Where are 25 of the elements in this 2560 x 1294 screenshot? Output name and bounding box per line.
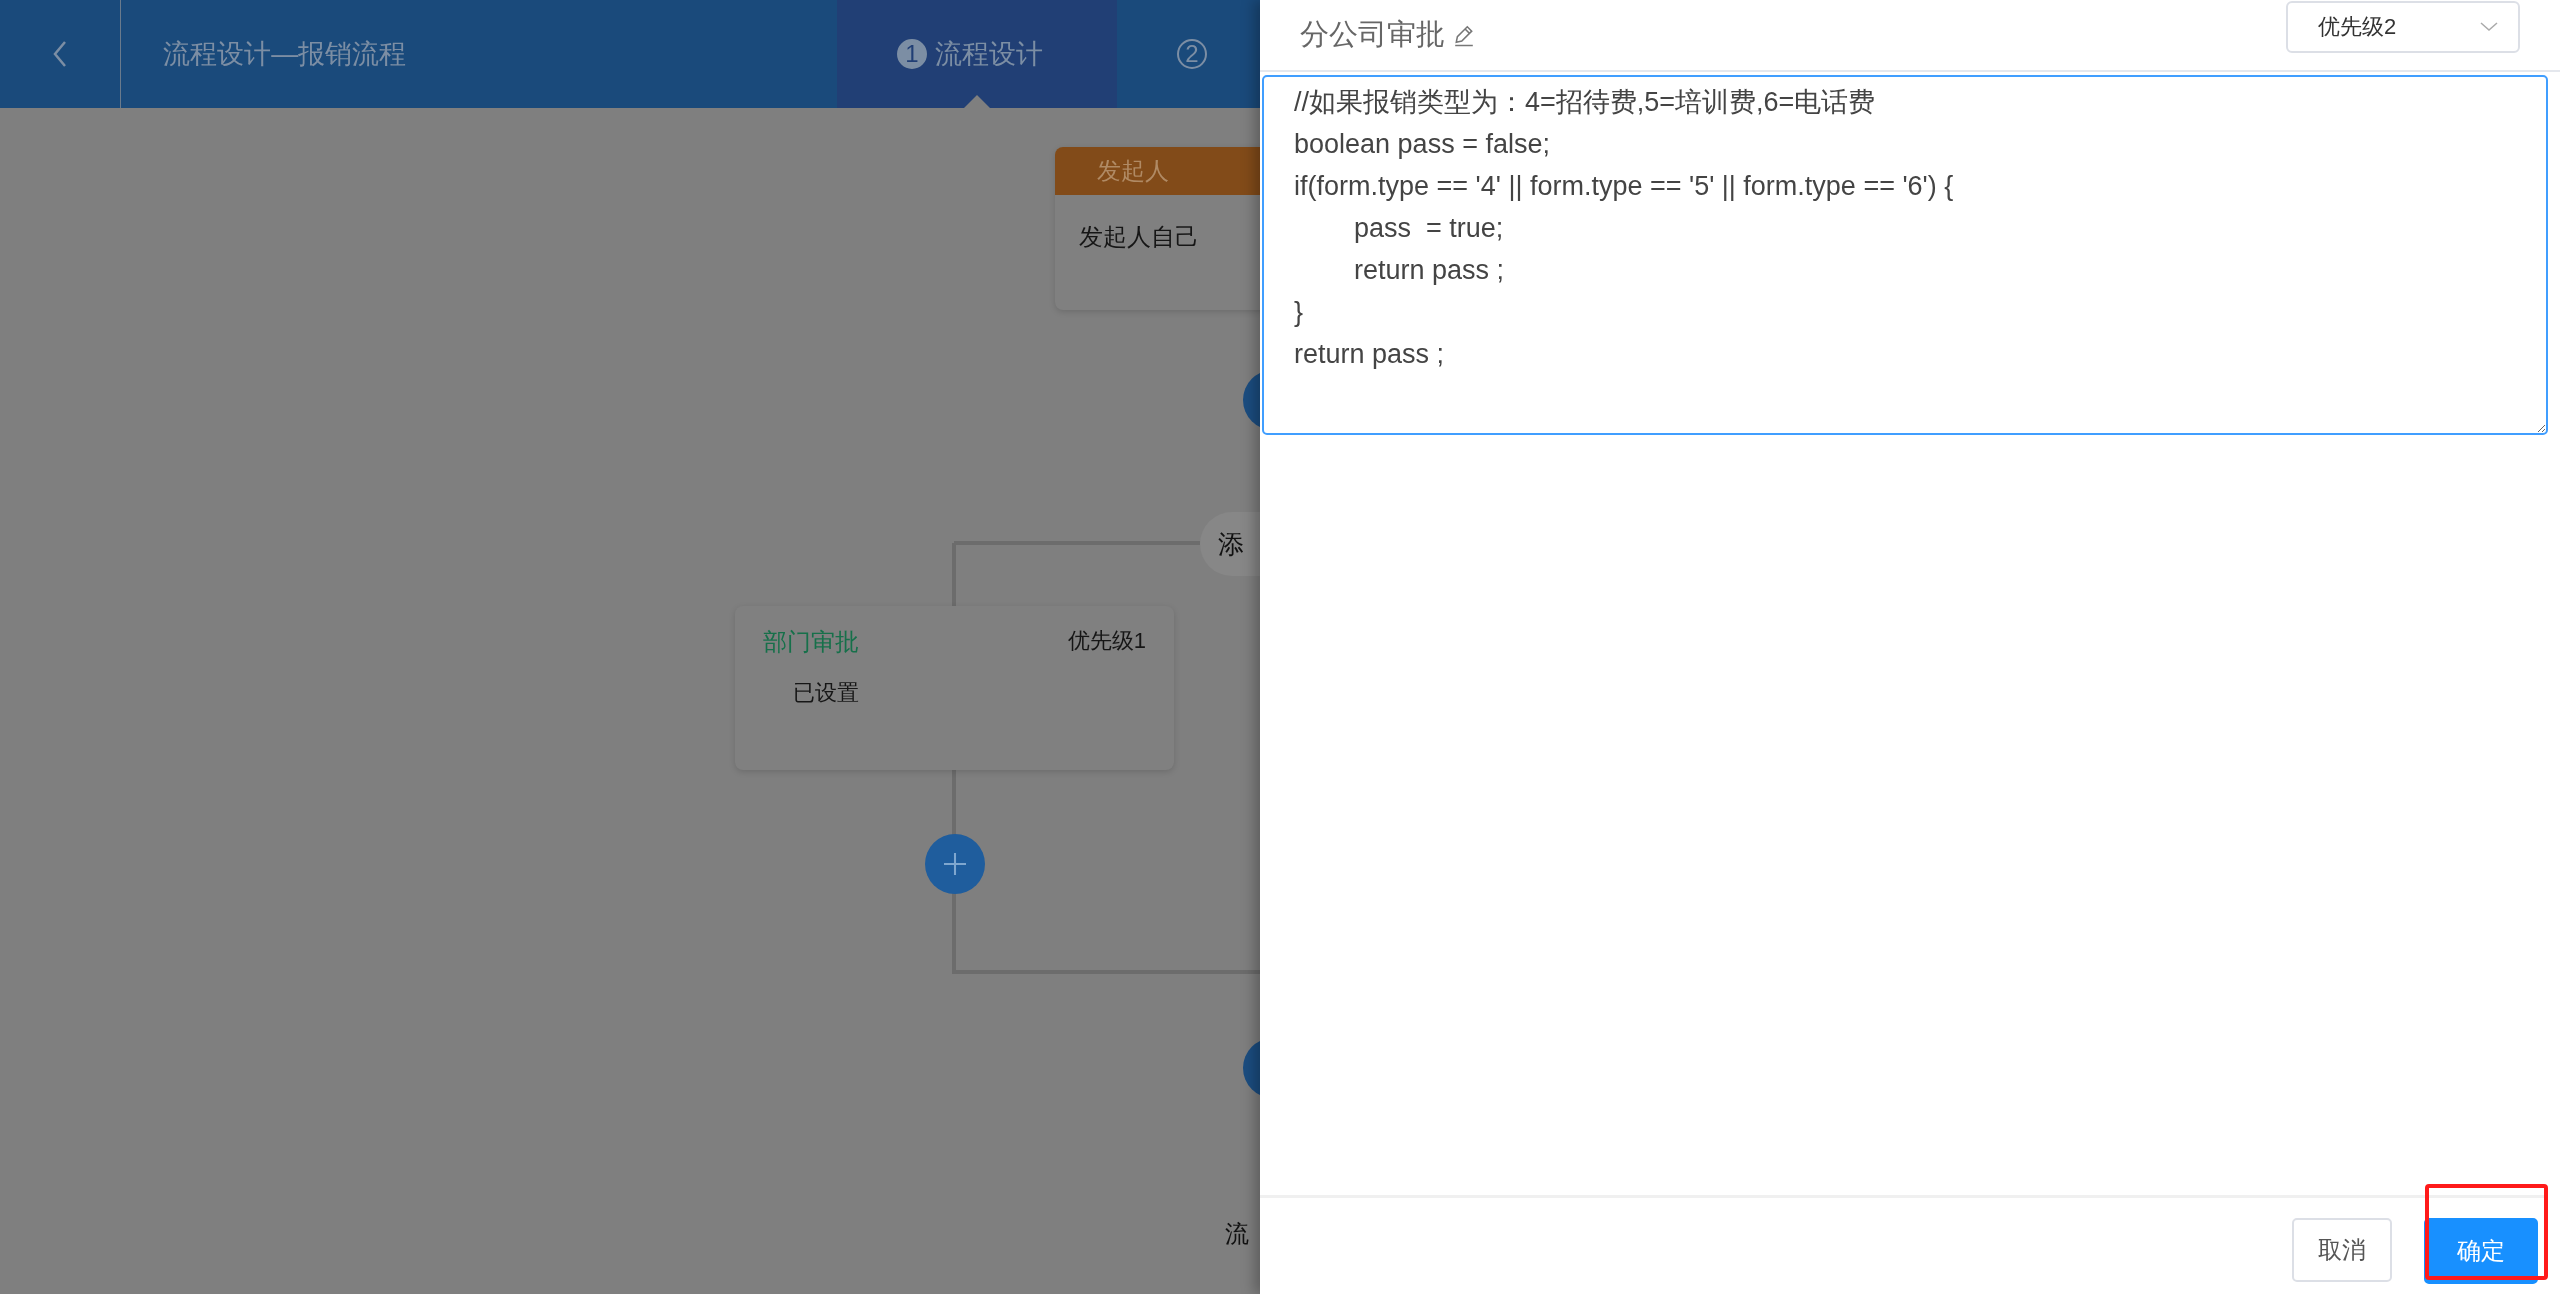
priority-label: 优先级1 <box>1067 627 1146 655</box>
page-title: 流程设计—报销流程 <box>163 38 408 71</box>
edit-icon[interactable] <box>1453 23 1475 47</box>
step-tab[interactable]: 2 <box>1117 0 1260 108</box>
condition-title: 部门审批 <box>763 627 859 657</box>
add-node-button[interactable] <box>925 834 985 894</box>
chevron-icon <box>2480 22 2498 32</box>
footer-text: 流 <box>1225 1219 1249 1249</box>
confirm-button[interactable]: 确定 <box>2424 1218 2538 1284</box>
cancel-button[interactable]: 取消 <box>2292 1218 2392 1282</box>
approver-node[interactable]: 发起人 发起人自己 <box>1055 147 1260 310</box>
priority-select[interactable]: 优先级2 <box>2286 1 2520 53</box>
step-number: 2 <box>1177 39 1207 69</box>
condition-node[interactable]: 部门审批 优先级1 已设置 <box>735 606 1174 770</box>
node-header: 发起人 <box>1055 147 1260 195</box>
condition-summary: 已设置 <box>792 679 860 707</box>
step-number: 1 <box>897 39 927 69</box>
expression-field[interactable]: //如果报销类型为：4=招待费,5=培训费,6=电话费 boolean pass = false; if(form.type == '4' || form.type == '5' || form.type == '6') { pass = true; return pass ; } return pass ; <box>1262 75 2548 435</box>
pointer-triangle <box>964 95 990 108</box>
node-body: 发起人自己 <box>1078 222 1200 252</box>
add-condition-button[interactable]: 添 <box>1200 512 1260 576</box>
plus-icon <box>944 853 966 875</box>
drawer-title: 分公司审批 <box>1300 17 1445 52</box>
step-tab[interactable]: 1 流程设计 <box>837 0 1117 108</box>
step-label: 流程设计 <box>935 38 1043 71</box>
